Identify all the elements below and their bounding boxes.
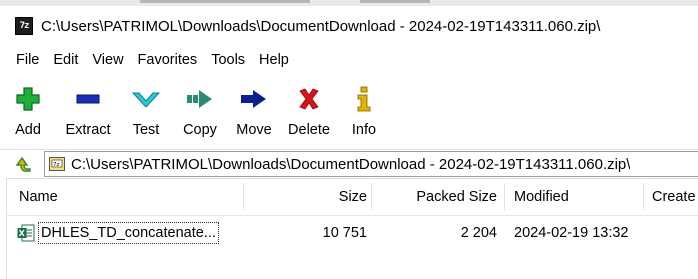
menu-help[interactable]: Help (253, 52, 295, 68)
column-created[interactable]: Create (652, 179, 696, 215)
zip-archive-icon: 7z (49, 157, 65, 171)
menu-tools[interactable]: Tools (205, 52, 251, 68)
test-button[interactable]: Test (124, 78, 168, 138)
background-strip-text (360, 0, 430, 3)
title-bar[interactable]: 7z C:\Users\PATRIMOL\Downloads\DocumentD… (0, 6, 698, 46)
plus-icon (12, 83, 44, 115)
app-window: 7z C:\Users\PATRIMOL\Downloads\DocumentD… (0, 6, 698, 279)
menu-file[interactable]: File (10, 52, 45, 68)
add-label: Add (15, 122, 41, 138)
file-name: DHLES_TD_concatenate... (38, 222, 219, 244)
row-modified-cell: 2024-02-19 13:32 (514, 225, 629, 241)
7zip-app-icon[interactable]: 7z (15, 17, 33, 35)
address-input[interactable]: 7z C:\Users\PATRIMOL\Downloads\DocumentD… (44, 151, 698, 177)
move-label: Move (236, 122, 272, 138)
column-header: Name Size Packed Size Modified Create (7, 179, 698, 216)
check-icon (130, 83, 162, 115)
double-arrow-icon (184, 83, 216, 115)
move-button[interactable]: Move (232, 78, 276, 138)
address-path: C:\Users\PATRIMOL\Downloads\DocumentDown… (71, 155, 631, 173)
svg-text:7z: 7z (53, 162, 59, 168)
row-size-cell: 10 751 (322, 225, 367, 241)
x-icon (293, 83, 325, 115)
column-packed-size[interactable]: Packed Size (371, 179, 497, 215)
file-list: Name Size Packed Size Modified Create DH… (6, 178, 698, 279)
column-separator[interactable] (643, 183, 644, 211)
delete-button[interactable]: Delete (284, 78, 334, 138)
minus-icon (72, 83, 104, 115)
window-title: C:\Users\PATRIMOL\Downloads\DocumentDown… (41, 17, 601, 35)
copy-button[interactable]: Copy (178, 78, 222, 138)
info-button[interactable]: Info (346, 78, 382, 138)
background-strip-text (140, 0, 310, 3)
up-arrow-icon (15, 156, 31, 172)
info-icon (348, 83, 380, 115)
column-size[interactable]: Size (243, 179, 367, 215)
copy-label: Copy (183, 122, 217, 138)
menu-favorites[interactable]: Favorites (132, 52, 204, 68)
column-name[interactable]: Name (19, 179, 58, 215)
toolbar: Add Extract Test Copy Move Delete Info (0, 78, 698, 146)
extract-label: Extract (65, 122, 111, 138)
column-separator[interactable] (504, 183, 505, 211)
menu-edit[interactable]: Edit (47, 52, 84, 68)
column-modified[interactable]: Modified (514, 179, 569, 215)
address-bar: 7z C:\Users\PATRIMOL\Downloads\DocumentD… (0, 149, 698, 178)
table-row[interactable]: DHLES_TD_concatenate... 10 751 2 204 202… (7, 221, 698, 245)
menu-view[interactable]: View (86, 52, 129, 68)
arrow-right-icon (238, 83, 270, 115)
excel-file-icon (17, 224, 35, 242)
menu-bar: File Edit View Favorites Tools Help (0, 46, 698, 74)
up-folder-button[interactable] (12, 153, 34, 175)
row-packed-size-cell: 2 204 (460, 225, 497, 241)
row-name-cell[interactable]: DHLES_TD_concatenate... (15, 221, 219, 245)
test-label: Test (132, 122, 160, 138)
extract-button[interactable]: Extract (60, 78, 116, 138)
delete-label: Delete (288, 122, 330, 138)
info-label: Info (351, 122, 377, 138)
add-button[interactable]: Add (8, 78, 48, 138)
